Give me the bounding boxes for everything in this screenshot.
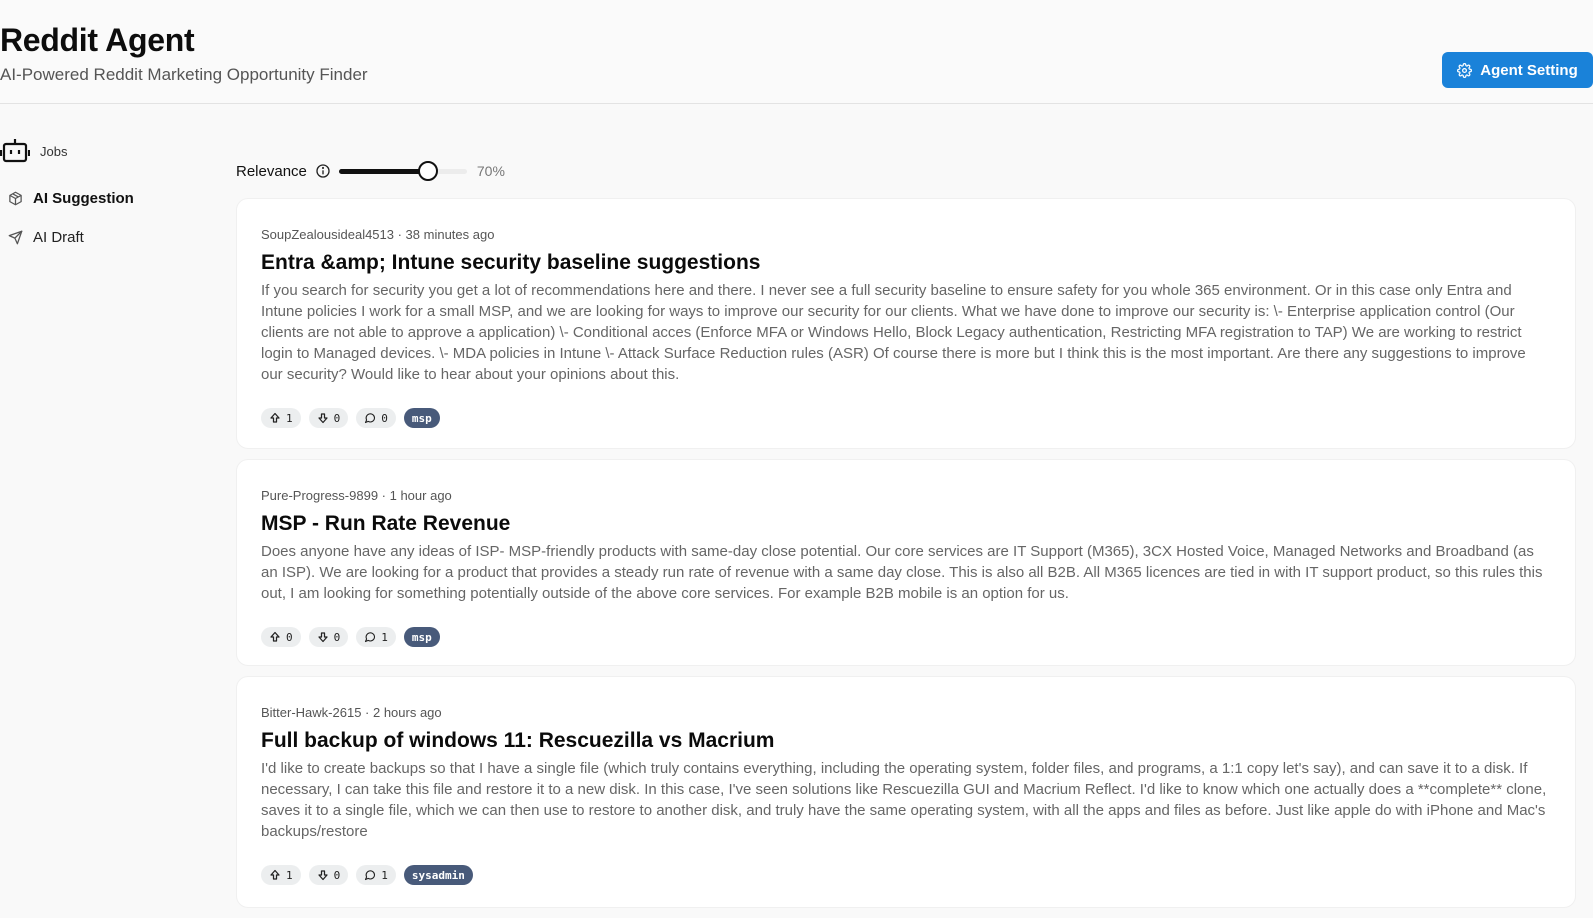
subreddit-tag: msp <box>403 627 440 647</box>
upvote-count: 0 <box>286 630 293 644</box>
downvote-count: 0 <box>333 630 341 644</box>
sidebar-item-label: AI Draft <box>33 229 84 246</box>
comment-icon <box>365 413 376 424</box>
post-card[interactable]: Bitter-Hawk-2615 · 2 hours ago Full back… <box>236 676 1576 908</box>
downvote-badge: 0 <box>308 627 349 647</box>
sidebar-item-ai-draft[interactable]: AI Draft <box>8 229 84 246</box>
sidebar-item-jobs[interactable]: Jobs <box>0 138 67 164</box>
relevance-filter: Relevance 70% <box>236 160 505 182</box>
agent-setting-button[interactable]: Agent Setting <box>1442 52 1593 88</box>
post-stats: 1 0 1 sysadmin <box>261 865 1551 885</box>
arrow-down-icon <box>318 413 328 424</box>
upvote-count: 1 <box>286 868 293 882</box>
arrow-up-icon <box>270 631 280 642</box>
post-title[interactable]: Full backup of windows 11: Rescuezilla v… <box>261 729 1551 753</box>
subreddit-tag: sysadmin <box>403 865 473 885</box>
post-body: I'd like to create backups so that I hav… <box>261 760 1547 840</box>
upvote-badge: 1 <box>261 865 301 885</box>
post-card[interactable]: Pure-Progress-9899 · 1 hour ago MSP - Ru… <box>236 459 1576 666</box>
robot-icon <box>0 138 30 164</box>
comment-badge: 1 <box>356 865 396 885</box>
comment-count: 1 <box>381 630 388 644</box>
upvote-badge: 0 <box>261 627 301 647</box>
post-feed: SoupZealousideal4513 · 38 minutes ago En… <box>236 198 1576 918</box>
comment-icon <box>365 632 376 643</box>
app-header: Reddit Agent AI-Powered Reddit Marketing… <box>0 0 1593 104</box>
gear-icon <box>1457 62 1473 78</box>
relevance-slider[interactable] <box>338 160 467 182</box>
post-title[interactable]: Entra &amp; Intune security baseline sug… <box>261 251 1551 275</box>
post-meta: SoupZealousideal4513 · 38 minutes ago <box>261 227 495 242</box>
post-meta: Pure-Progress-9899 · 1 hour ago <box>261 488 452 503</box>
downvote-count: 0 <box>333 411 341 425</box>
downvote-count: 0 <box>333 868 341 882</box>
arrow-up-icon <box>270 869 280 880</box>
post-card[interactable]: SoupZealousideal4513 · 38 minutes ago En… <box>236 198 1576 449</box>
comment-badge: 1 <box>356 627 396 647</box>
agent-setting-label: Agent Setting <box>1480 61 1578 79</box>
box-icon <box>8 191 23 206</box>
post-stats: 1 0 0 msp <box>261 408 1551 428</box>
slider-fill <box>338 169 429 174</box>
relevance-label: Relevance <box>236 162 307 180</box>
app-title: Reddit Agent <box>0 22 195 58</box>
downvote-badge: 0 <box>308 408 349 428</box>
comment-count: 0 <box>381 411 388 425</box>
slider-thumb[interactable] <box>418 161 439 181</box>
post-title[interactable]: MSP - Run Rate Revenue <box>261 512 1551 536</box>
arrow-up-icon <box>270 412 280 423</box>
subreddit-tag: msp <box>403 408 440 428</box>
arrow-down-icon <box>318 632 328 643</box>
info-icon[interactable] <box>315 163 331 179</box>
comment-badge: 0 <box>356 408 396 428</box>
post-stats: 0 0 1 msp <box>261 627 1551 647</box>
app-subtitle: AI-Powered Reddit Marketing Opportunity … <box>0 65 368 84</box>
comment-count: 1 <box>381 868 388 882</box>
sidebar-item-label: Jobs <box>40 143 68 159</box>
comment-icon <box>365 870 376 881</box>
relevance-value: 70% <box>476 163 505 179</box>
post-body: If you search for security you get a lot… <box>261 282 1526 383</box>
post-meta: Bitter-Hawk-2615 · 2 hours ago <box>261 705 442 720</box>
upvote-badge: 1 <box>261 408 301 428</box>
sidebar-item-ai-suggestion[interactable]: AI Suggestion <box>8 190 134 207</box>
send-icon <box>8 230 23 245</box>
upvote-count: 1 <box>286 411 293 425</box>
post-body: Does anyone have any ideas of ISP- MSP-f… <box>261 543 1543 602</box>
sidebar-item-label: AI Suggestion <box>33 190 134 207</box>
downvote-badge: 0 <box>308 865 349 885</box>
arrow-down-icon <box>318 870 328 881</box>
